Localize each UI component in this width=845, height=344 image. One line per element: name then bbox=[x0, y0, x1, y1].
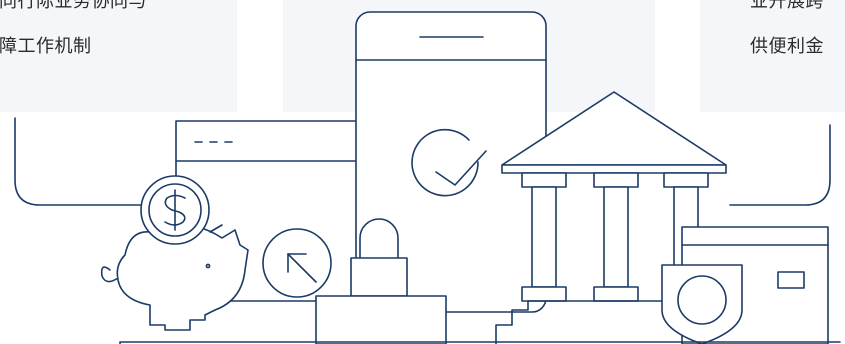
screen-frame-right bbox=[729, 124, 831, 206]
arrow-circle-icon bbox=[262, 228, 332, 298]
dollar-coin-icon bbox=[140, 175, 210, 245]
finance-illustration bbox=[14, 11, 841, 344]
screen-frame-left bbox=[14, 117, 151, 206]
